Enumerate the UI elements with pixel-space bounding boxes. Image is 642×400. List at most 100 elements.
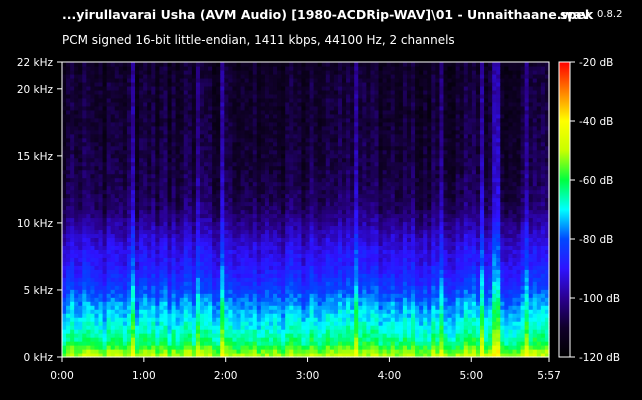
spectrogram-cell bbox=[309, 85, 315, 91]
spectrogram-cell bbox=[333, 265, 339, 270]
spectrogram-cell bbox=[195, 129, 201, 135]
spectrogram-cell bbox=[289, 73, 294, 79]
spectrogram-cell bbox=[155, 245, 160, 250]
spectrogram-cell bbox=[273, 189, 278, 195]
spectrogram-cell bbox=[135, 285, 140, 290]
spectrogram-cell bbox=[297, 189, 303, 195]
spectrogram-cell bbox=[224, 297, 229, 302]
spectrogram-cell bbox=[244, 181, 250, 187]
spectrogram-cell bbox=[102, 93, 108, 99]
spectrogram-cell bbox=[171, 125, 177, 131]
spectrogram-cell bbox=[179, 209, 185, 215]
spectrogram-cell bbox=[289, 345, 294, 350]
spectrogram-cell bbox=[216, 105, 221, 111]
spectrogram-cell bbox=[301, 125, 307, 131]
spectrogram-cell bbox=[228, 137, 234, 143]
spectrogram-cell bbox=[220, 273, 225, 278]
spectrogram-cell bbox=[281, 109, 286, 115]
spectrogram-cell bbox=[220, 265, 225, 270]
spectrogram-cell bbox=[86, 65, 92, 71]
spectrogram-cell bbox=[66, 305, 71, 310]
spectrogram-cell bbox=[167, 213, 173, 219]
spectrogram-cell bbox=[135, 113, 140, 119]
spectrogram-cell bbox=[252, 225, 258, 231]
spectrogram-cell bbox=[260, 289, 266, 294]
spectrogram-cell bbox=[74, 137, 79, 143]
spectrogram-cell bbox=[325, 101, 331, 107]
spectrogram-cell bbox=[183, 249, 189, 254]
spectrogram-cell bbox=[208, 317, 213, 322]
spectrogram-cell bbox=[159, 85, 165, 91]
spectrogram-cell bbox=[273, 213, 278, 219]
spectrogram-cell bbox=[102, 173, 108, 179]
spectrogram-cell bbox=[135, 169, 140, 175]
spectrogram-cell bbox=[66, 333, 71, 338]
spectrogram-cell bbox=[199, 321, 205, 326]
spectrogram-cell bbox=[289, 321, 294, 326]
spectrogram-cell bbox=[256, 341, 262, 346]
spectrogram-cell bbox=[126, 221, 132, 227]
spectrogram-plot bbox=[62, 62, 550, 358]
spectrogram-cell bbox=[297, 261, 303, 266]
spectrogram-cell bbox=[70, 185, 75, 191]
spectrogram-cell bbox=[70, 229, 75, 235]
spectrogram-cell bbox=[183, 317, 189, 322]
spectrogram-cell bbox=[208, 201, 213, 207]
spectrogram-cell bbox=[94, 181, 100, 187]
spectrogram-cell bbox=[289, 265, 294, 270]
spectrogram-cell bbox=[232, 141, 238, 147]
spectrogram-cell bbox=[248, 229, 254, 235]
spectrogram-cell bbox=[224, 181, 229, 187]
spectrogram-cell bbox=[135, 89, 140, 95]
spectrogram-cell bbox=[151, 285, 156, 290]
spectrogram-cell bbox=[293, 245, 298, 250]
spectrogram-cell bbox=[122, 273, 128, 278]
spectrogram-cell bbox=[98, 161, 104, 167]
spectrogram-cell bbox=[175, 109, 181, 115]
spectrogram-cell bbox=[208, 329, 213, 334]
spectrogram-cell bbox=[167, 157, 173, 163]
spectrogram-cell bbox=[159, 269, 165, 274]
spectrogram-cell bbox=[106, 141, 112, 147]
spectrogram-cell bbox=[94, 333, 100, 338]
spectrogram-cell bbox=[208, 113, 213, 119]
spectrogram-cell bbox=[110, 297, 116, 302]
spectrogram-cell bbox=[301, 69, 307, 75]
spectrogram-cell bbox=[285, 345, 290, 350]
spectrogram-cell bbox=[147, 62, 152, 67]
spectrogram-cell bbox=[216, 249, 221, 254]
spectrogram-cell bbox=[297, 317, 303, 322]
spectrogram-cell bbox=[293, 325, 298, 330]
spectrogram-cell bbox=[130, 177, 136, 183]
spectrogram-cell bbox=[293, 149, 298, 155]
spectrogram-cell bbox=[224, 157, 229, 163]
spectrogram-cell bbox=[102, 149, 108, 155]
spectrogram-cell bbox=[139, 253, 144, 258]
spectrogram-cell bbox=[216, 165, 221, 171]
spectrogram-cell bbox=[236, 341, 242, 346]
spectrogram-cell bbox=[122, 269, 128, 274]
spectrogram-cell bbox=[293, 193, 298, 199]
spectrogram-cell bbox=[273, 193, 278, 199]
spectrogram-cell bbox=[191, 169, 197, 175]
spectrogram-cell bbox=[66, 273, 71, 278]
spectrogram-cell bbox=[317, 117, 323, 123]
spectrogram-cell bbox=[118, 165, 124, 171]
spectrogram-cell bbox=[118, 345, 124, 350]
spectrogram-cell bbox=[62, 197, 67, 203]
spectrogram-cell bbox=[82, 349, 87, 354]
spectrogram-cell bbox=[78, 333, 83, 338]
spectrogram-cell bbox=[118, 149, 124, 155]
spectrogram-cell bbox=[248, 197, 254, 203]
spectrogram-cell bbox=[321, 325, 327, 330]
spectrogram-cell bbox=[175, 185, 181, 191]
spectrogram-cell bbox=[110, 113, 116, 119]
spectrogram-cell bbox=[179, 105, 185, 111]
spectrogram-cell bbox=[273, 253, 278, 258]
spectrogram-cell bbox=[102, 201, 108, 207]
spectrogram-cell bbox=[195, 181, 201, 187]
spectrogram-cell bbox=[273, 321, 278, 326]
spectrogram-cell bbox=[248, 313, 254, 318]
spectrogram-cell bbox=[82, 113, 87, 119]
spectrogram-cell bbox=[264, 129, 270, 135]
